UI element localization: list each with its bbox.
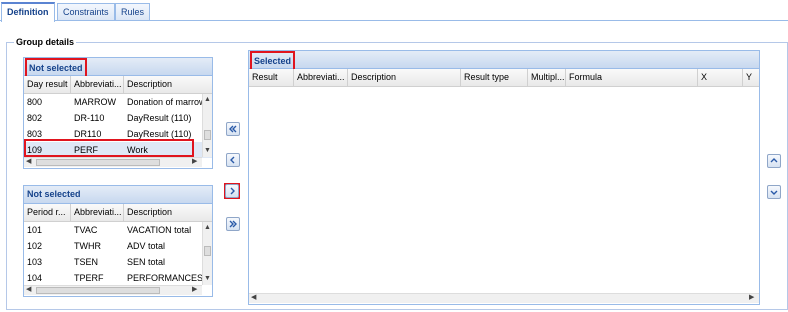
scroll-thumb[interactable]	[36, 159, 160, 166]
tab-constraints[interactable]: Constraints	[57, 3, 115, 20]
tab-bar: Definition Constraints Rules	[0, 0, 788, 22]
cell: 103	[27, 257, 43, 267]
scroll-left-arrow-icon[interactable]: ◀	[26, 158, 31, 166]
column-header-description[interactable]: Description	[348, 69, 461, 86]
remove-button[interactable]	[226, 153, 240, 167]
scroll-thumb[interactable]	[204, 246, 211, 256]
not-selected-period-panel: Not selected Period r... Abbreviati... D…	[23, 185, 213, 297]
table-row[interactable]: 800 MARROW Donation of marrow	[24, 94, 212, 110]
grid-header: Result Abbreviati... Description Result …	[249, 69, 759, 87]
scroll-left-arrow-icon[interactable]: ◀	[26, 286, 31, 294]
table-row[interactable]: 104 TPERF PERFORMANCES to	[24, 270, 212, 286]
down-arrow-icon	[770, 190, 778, 195]
up-arrow-icon	[770, 158, 778, 163]
grid-header: Day result Abbreviati... Description	[24, 76, 212, 94]
column-header-y[interactable]: Y	[743, 69, 759, 86]
cell: VACATION total	[127, 225, 192, 235]
selected-panel: Selected Result Abbreviati... Descriptio…	[248, 50, 760, 305]
scroll-thumb[interactable]	[36, 287, 160, 294]
scroll-thumb[interactable]	[204, 130, 211, 140]
cell: TSEN	[74, 257, 99, 267]
double-left-arrow-icon	[229, 125, 237, 133]
cell: 101	[27, 225, 43, 235]
column-header-abbreviation[interactable]: Abbreviati...	[294, 69, 348, 86]
cell: MARROW	[74, 97, 116, 107]
column-header-description[interactable]: Description	[124, 76, 202, 93]
cell: SEN total	[127, 257, 166, 267]
scroll-left-arrow-icon[interactable]: ◀	[251, 294, 256, 302]
move-up-button[interactable]	[767, 154, 781, 168]
column-header-result[interactable]: Result	[249, 69, 294, 86]
table-row[interactable]: 102 TWHR ADV total	[24, 238, 212, 254]
left-arrow-icon	[230, 156, 235, 164]
table-row[interactable]: 103 TSEN SEN total	[24, 254, 212, 270]
scroll-right-arrow-icon[interactable]: ▶	[749, 294, 754, 302]
cell: 802	[27, 113, 43, 123]
add-button[interactable]	[225, 184, 239, 198]
cell: DayResult (110)	[127, 113, 192, 123]
not-selected-title: Not selected	[27, 189, 81, 199]
panel-header: Not selected	[24, 58, 212, 79]
horizontal-scrollbar[interactable]: ◀ ▶	[249, 293, 759, 303]
selected-row-highlight	[24, 139, 194, 157]
vertical-scrollbar[interactable]: ▲ ▼	[202, 94, 212, 157]
grid-header: Period r... Abbreviati... Description	[24, 204, 212, 222]
scroll-down-arrow-icon[interactable]: ▼	[204, 147, 211, 155]
column-header-formula[interactable]: Formula	[566, 69, 698, 86]
vertical-scrollbar[interactable]: ▲ ▼	[202, 222, 212, 285]
cell: ADV total	[127, 241, 166, 251]
tab-rules[interactable]: Rules	[115, 3, 151, 20]
column-header-abbreviation[interactable]: Abbreviati...	[71, 204, 124, 221]
right-arrow-icon	[230, 187, 235, 195]
scroll-down-arrow-icon[interactable]: ▼	[204, 275, 211, 283]
horizontal-scrollbar[interactable]: ◀ ▶	[24, 285, 202, 295]
cell: TWHR	[74, 241, 101, 251]
add-all-right-button[interactable]	[226, 217, 240, 231]
panel-header: Not selected	[24, 186, 212, 204]
group-details-legend: Group details	[14, 37, 77, 47]
cell: Donation of marrow	[127, 97, 202, 107]
column-header-multiplier[interactable]: Multipl...	[528, 69, 566, 86]
column-header-abbreviation[interactable]: Abbreviati...	[71, 76, 124, 93]
move-down-button[interactable]	[767, 185, 781, 199]
cell: 102	[27, 241, 43, 251]
horizontal-scrollbar[interactable]: ◀ ▶	[24, 157, 202, 167]
panel-header: Selected	[249, 51, 759, 72]
scroll-up-arrow-icon[interactable]: ▲	[204, 224, 211, 232]
selected-grid-body	[249, 86, 759, 293]
cell: DR-110	[74, 113, 105, 123]
scroll-up-arrow-icon[interactable]: ▲	[204, 96, 211, 104]
cell: 104	[27, 273, 43, 283]
double-right-arrow-icon	[229, 220, 237, 228]
column-header-x[interactable]: X	[698, 69, 743, 86]
column-header-day-result[interactable]: Day result	[24, 76, 71, 93]
column-header-period-result[interactable]: Period r...	[24, 204, 71, 221]
column-header-description[interactable]: Description	[124, 204, 202, 221]
cell: PERFORMANCES to	[127, 273, 202, 283]
scroll-right-arrow-icon[interactable]: ▶	[192, 158, 197, 166]
add-all-button[interactable]	[226, 122, 240, 136]
cell: TPERF	[74, 273, 104, 283]
table-row[interactable]: 101 TVAC VACATION total	[24, 222, 212, 238]
cell: 800	[27, 97, 43, 107]
scroll-right-arrow-icon[interactable]: ▶	[192, 286, 197, 294]
tab-definition[interactable]: Definition	[1, 2, 55, 22]
table-row[interactable]: 802 DR-110 DayResult (110)	[24, 110, 212, 126]
cell: TVAC	[74, 225, 98, 235]
column-header-result-type[interactable]: Result type	[461, 69, 528, 86]
